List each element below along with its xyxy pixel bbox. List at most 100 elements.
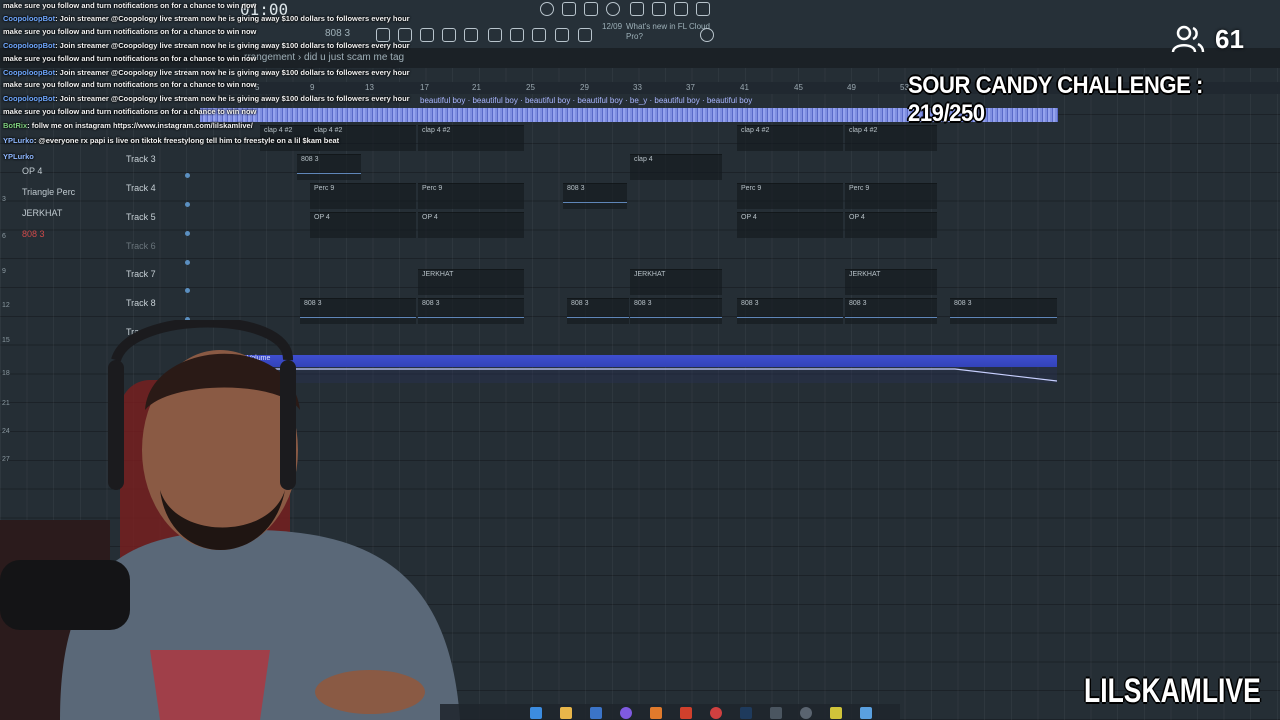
clip-name: 808 3 [954, 300, 972, 307]
edge-icon[interactable] [530, 707, 542, 719]
cloud-icon[interactable] [700, 28, 714, 42]
bar-number: 33 [633, 83, 642, 92]
track-mute-dot[interactable] [185, 173, 190, 178]
channel-rack-icon[interactable] [420, 28, 434, 42]
clip-name: Perc 9 [849, 185, 870, 192]
store-icon[interactable] [590, 707, 602, 719]
chat-text: : Join streamer @Coopology live stream n… [55, 94, 410, 103]
download-icon[interactable] [696, 2, 710, 16]
pattern-selector[interactable]: 808 3 [325, 28, 350, 39]
pattern-clip[interactable]: Perc 9 [418, 183, 524, 209]
mixer-icon[interactable] [442, 28, 456, 42]
clip-name: 808 3 [301, 156, 319, 163]
track-label[interactable]: Track 6 [126, 241, 156, 251]
bar-number: 13 [365, 83, 374, 92]
4k-icon[interactable] [800, 707, 812, 719]
notes-icon[interactable] [860, 707, 872, 719]
clip-name: clap 4 #2 [422, 127, 451, 134]
app-icon[interactable] [830, 707, 842, 719]
record-icon[interactable] [540, 2, 554, 16]
audio-clip-label: beautiful boy · beautiful boy · beautifu… [420, 96, 753, 105]
pattern-clip[interactable]: JERKHAT [418, 269, 524, 295]
chat-text: make sure you follow and turn notificati… [3, 54, 257, 63]
chat-message: CoopoloopBot: Join streamer @Coopology l… [3, 14, 410, 23]
track-mute-dot[interactable] [185, 202, 190, 207]
track-mute-dot[interactable] [185, 260, 190, 265]
pattern-clip[interactable]: 808 3 [845, 298, 937, 324]
pattern-clip[interactable]: 808 3 [567, 298, 629, 324]
channel-jerkhat[interactable]: JERKHAT [22, 208, 62, 218]
help-icon[interactable] [606, 2, 620, 16]
clip-name: 808 3 [571, 300, 589, 307]
chat-message: make sure you follow and turn notificati… [3, 27, 256, 36]
track-mute-dot[interactable] [185, 288, 190, 293]
channel-triangle-perc[interactable]: Triangle Perc [22, 187, 75, 197]
challenge-banner: SOUR CANDY CHALLENGE : 219/250 [908, 72, 1203, 127]
row-number: 9 [2, 268, 6, 275]
breadcrumb: rrangement › did u just scam me tag [244, 52, 405, 63]
pattern-clip[interactable]: OP 4 [737, 212, 843, 238]
send-icon[interactable] [555, 28, 569, 42]
track-label[interactable]: Track 5 [126, 212, 156, 222]
pattern-clip[interactable]: clap 4 #2 [418, 125, 524, 151]
pattern-clip[interactable]: Perc 9 [737, 183, 843, 209]
clip-name: clap 4 #2 [314, 127, 343, 134]
playlist-icon[interactable] [376, 28, 390, 42]
chat-username: BotRix [3, 121, 28, 130]
chat-message: YPLurko: @everyone rx papi is live on ti… [3, 136, 339, 145]
loop-icon[interactable] [562, 2, 576, 16]
viewer-count: 61 [1215, 24, 1244, 54]
pattern-clip[interactable]: JERKHAT [630, 269, 722, 295]
clip-name: JERKHAT [849, 271, 881, 278]
row-number: 6 [2, 233, 6, 240]
pattern-clip[interactable]: 808 3 [563, 183, 627, 209]
pattern-clip[interactable]: clap 4 #2 [845, 125, 937, 151]
piano-roll-icon[interactable] [398, 28, 412, 42]
clip-name: 808 3 [422, 300, 440, 307]
chat-username: YPLurko [3, 152, 34, 161]
pattern-clip[interactable]: OP 4 [845, 212, 937, 238]
browser-tree-icon[interactable] [464, 28, 478, 42]
browser-icon[interactable] [674, 2, 688, 16]
discord-icon[interactable] [620, 707, 632, 719]
cpu-icon[interactable] [630, 2, 644, 16]
cart-icon[interactable] [578, 28, 592, 42]
app-icon[interactable] [770, 707, 782, 719]
brave-icon[interactable] [680, 707, 692, 719]
pattern-clip[interactable]: 808 3 [630, 298, 722, 324]
track-label[interactable]: Track 8 [126, 298, 156, 308]
pattern-clip[interactable]: Perc 9 [310, 183, 416, 209]
bar-number: 29 [580, 83, 589, 92]
plugin-icon[interactable] [652, 2, 666, 16]
bar-number: 45 [794, 83, 803, 92]
pattern-clip[interactable]: 808 3 [950, 298, 1057, 324]
webcam-feed [0, 320, 460, 720]
steam-icon[interactable] [740, 707, 752, 719]
pattern-clip[interactable]: clap 4 [630, 154, 722, 180]
pattern-clip[interactable]: OP 4 [418, 212, 524, 238]
clip-name: Perc 9 [314, 185, 335, 192]
fl-studio-icon[interactable] [650, 707, 662, 719]
pattern-clip[interactable]: JERKHAT [845, 269, 937, 295]
pattern-clip[interactable]: 808 3 [297, 154, 361, 180]
channel-op4[interactable]: OP 4 [22, 166, 42, 176]
chat-message: make sure you follow and turn notificati… [3, 54, 256, 63]
chat-text: make sure you follow and turn notificati… [3, 1, 257, 10]
pattern-clip[interactable]: Perc 9 [845, 183, 937, 209]
channel-808-3[interactable]: 808 3 [22, 229, 45, 239]
track-label[interactable]: Track 3 [126, 154, 156, 164]
obs-icon[interactable] [710, 707, 722, 719]
plug-icon[interactable] [510, 28, 524, 42]
folder-icon[interactable] [560, 707, 572, 719]
pattern-clip[interactable]: 808 3 [737, 298, 843, 324]
track-mute-dot[interactable] [185, 231, 190, 236]
chat-message: make sure you follow and turn notificati… [3, 107, 256, 116]
pattern-clip[interactable]: clap 4 #2 [737, 125, 843, 151]
brush-icon[interactable] [532, 28, 546, 42]
track-label[interactable]: Track 7 [126, 269, 156, 279]
clip-name: OP 4 [849, 214, 865, 221]
track-label[interactable]: Track 4 [126, 183, 156, 193]
pattern-clip[interactable]: OP 4 [310, 212, 416, 238]
mic-icon[interactable] [584, 2, 598, 16]
file-icon[interactable] [488, 28, 502, 42]
